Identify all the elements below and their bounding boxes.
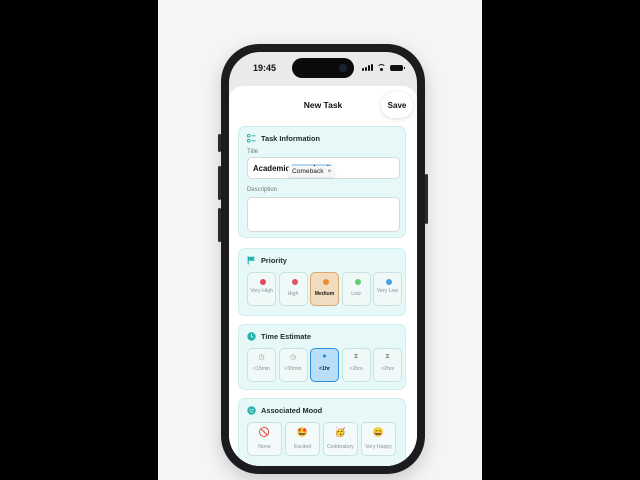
party-face-icon: 🥳 bbox=[334, 427, 347, 437]
volume-down-button bbox=[218, 208, 221, 242]
status-time: 19:45 bbox=[253, 63, 277, 73]
priority-card: Priority Very High High Medium Low Very … bbox=[238, 248, 406, 316]
description-label: Description bbox=[247, 187, 278, 193]
time-option-30min[interactable]: ◷ <30min bbox=[278, 348, 308, 382]
priority-options: Very High High Medium Low Very Low bbox=[247, 272, 402, 306]
priority-option-very-low[interactable]: Very Low bbox=[373, 272, 402, 306]
close-icon[interactable]: × bbox=[328, 168, 332, 175]
mood-option-none[interactable]: 🚫 None bbox=[247, 422, 282, 456]
status-icons bbox=[362, 64, 405, 71]
status-bar: 19:45 bbox=[229, 52, 417, 82]
mood-options: 🚫 None 🤩 Excited 🥳 Celebratory 😄 Very Happy bbox=[247, 422, 396, 456]
priority-dot bbox=[354, 279, 361, 285]
clock-icon: ◷ bbox=[258, 354, 265, 361]
clock-icon: ● bbox=[322, 353, 327, 360]
title-label: Title bbox=[247, 149, 259, 155]
time-estimate-options: ◷ <15min ◷ <30min ● <1hr ⧗ <2hrs ⧗ <2hrs bbox=[247, 348, 402, 382]
flag-icon bbox=[247, 256, 256, 265]
checklist-icon bbox=[247, 134, 256, 143]
volume-up-button bbox=[218, 166, 221, 200]
priority-heading: Priority bbox=[261, 256, 287, 265]
hourglass-icon: ⧗ bbox=[385, 353, 390, 360]
associated-mood-heading: Associated Mood bbox=[261, 406, 323, 415]
mood-icon bbox=[247, 406, 256, 415]
priority-option-very-high[interactable]: Very High bbox=[247, 272, 276, 306]
wifi-icon bbox=[377, 64, 386, 71]
time-option-2hrs[interactable]: ⧗ <2hrs bbox=[341, 348, 371, 382]
screenshot-stage: 19:45 New Task Save Task Information Tit… bbox=[158, 0, 482, 480]
autocorrect-suggestion[interactable]: Comeback × bbox=[288, 166, 336, 177]
priority-dot bbox=[323, 279, 329, 285]
time-option-1hr[interactable]: ● <1hr bbox=[310, 348, 339, 382]
associated-mood-card: Associated Mood 🚫 None 🤩 Excited 🥳 Celebrat… bbox=[238, 398, 406, 466]
new-task-sheet: New Task Save Task Information Title Aca… bbox=[229, 86, 417, 466]
time-estimate-card: Time Estimate ◷ <15min ◷ <30min ● <1hr ⧗ <2h… bbox=[238, 324, 406, 390]
star-struck-icon: 🤩 bbox=[296, 427, 309, 437]
no-entry-icon: 🚫 bbox=[258, 427, 271, 437]
phone-frame: 19:45 New Task Save Task Information Tit… bbox=[218, 44, 428, 474]
priority-option-medium[interactable]: Medium bbox=[310, 272, 339, 306]
clock-icon bbox=[247, 332, 256, 341]
action-button bbox=[218, 134, 221, 152]
priority-dot bbox=[260, 279, 266, 285]
priority-dot bbox=[291, 279, 298, 285]
battery-icon bbox=[390, 64, 405, 71]
task-information-card: Task Information Title Academic comeback… bbox=[238, 126, 406, 238]
power-button bbox=[425, 174, 428, 224]
description-field[interactable] bbox=[247, 197, 400, 232]
mood-option-excited[interactable]: 🤩 Excited bbox=[285, 422, 320, 456]
time-option-15min[interactable]: ◷ <15min bbox=[247, 348, 276, 382]
priority-dot bbox=[386, 279, 392, 285]
phone-screen: 19:45 New Task Save Task Information Tit… bbox=[229, 52, 417, 466]
priority-option-low[interactable]: Low bbox=[341, 272, 371, 306]
hourglass-icon: ⧗ bbox=[353, 353, 359, 360]
priority-option-high[interactable]: High bbox=[278, 272, 308, 306]
dynamic-island bbox=[292, 58, 354, 78]
mood-option-celebratory[interactable]: 🥳 Celebratory bbox=[323, 422, 358, 456]
grinning-face-icon: 😄 bbox=[372, 427, 385, 437]
save-button[interactable]: Save bbox=[381, 92, 413, 118]
task-information-heading: Task Information bbox=[261, 134, 320, 143]
clock-icon: ◷ bbox=[289, 354, 297, 361]
time-option-2hrs-alt[interactable]: ⧗ <2hrs bbox=[373, 348, 402, 382]
time-estimate-heading: Time Estimate bbox=[261, 332, 311, 341]
cellular-signal-icon bbox=[362, 64, 373, 71]
mood-option-very-happy[interactable]: 😄 Very Happy bbox=[361, 422, 396, 456]
